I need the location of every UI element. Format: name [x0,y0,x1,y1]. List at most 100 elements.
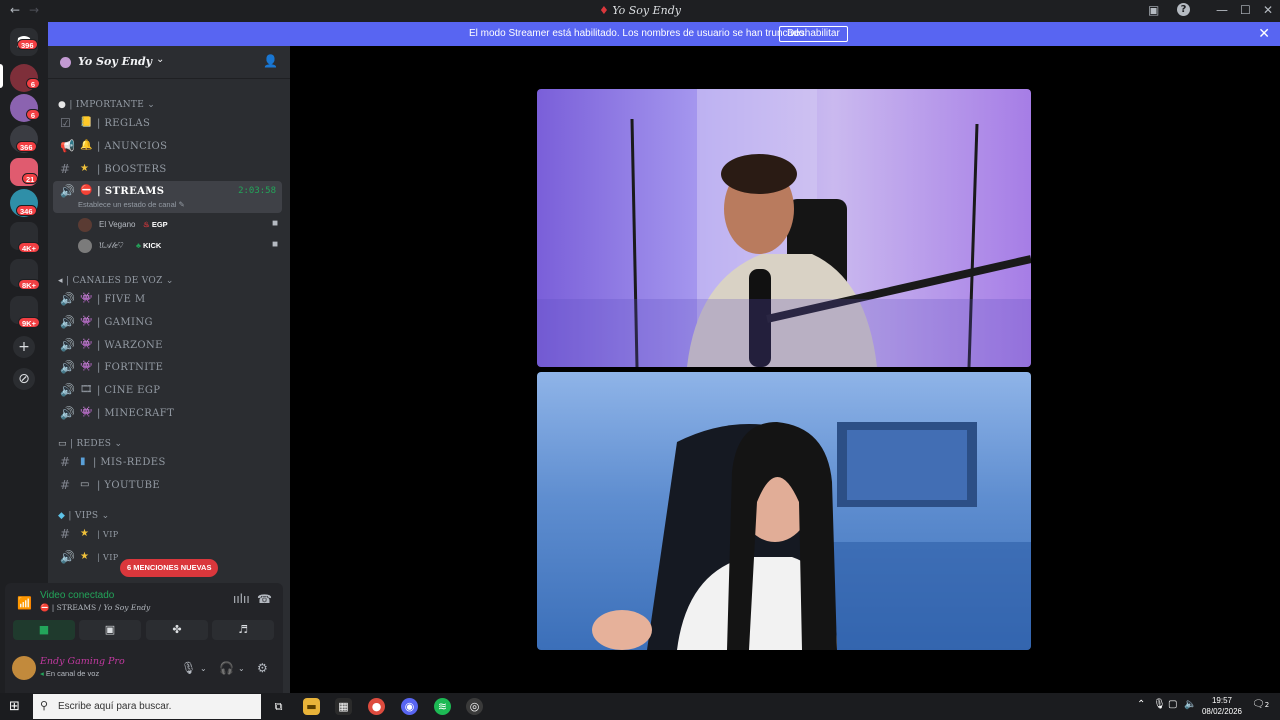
channel-label: | VIP [97,553,119,562]
server-badge: 346 [16,205,37,216]
channel-vip[interactable]: # ★ | VIP [53,524,282,545]
settings-gear-icon[interactable]: ⚙ [257,661,268,675]
obs-icon[interactable]: ◎ [466,698,483,715]
taskbar-search[interactable]: ⚲ Escribe aquí para buscar. [33,694,261,719]
task-view-icon[interactable]: ⧉ [270,698,287,715]
headphones-icon[interactable]: 🎧 [219,661,234,675]
inbox-icon[interactable]: ▣ [1148,3,1159,17]
server-badge: 366 [16,141,37,152]
close-icon[interactable]: ✕ [1258,25,1270,42]
chevron-down-icon[interactable]: ⌄ [238,664,245,673]
discord-app-icon[interactable]: ◉ [401,698,418,715]
chevron-up-icon[interactable]: ⌃ [1137,699,1145,710]
channel-label: | GAMING [97,317,153,328]
voice-user[interactable]: El Vegano ♨ EGP ■ [78,216,278,234]
streamer-mode-banner: El modo Streamer está habilitado. Los no… [48,22,1280,46]
channel-mis-redes[interactable]: # ▮ | MIS-REDES [53,452,282,473]
category-vips[interactable]: ◆ | VIPS ⌄ + [58,508,315,523]
channel-fortnite[interactable]: 🔊 👾 | FORTNITE [53,357,282,378]
activities-button[interactable]: ✤ [146,620,208,640]
soundboard-button[interactable]: ♬ [212,620,274,640]
voice-channel-icon: 🔊 [60,383,75,397]
explore-icon[interactable]: ⊘ [13,368,35,390]
voice-channel-link[interactable]: ⛔ | STREAMS / Yo Soy Endy [40,603,150,612]
microphone-tray-icon[interactable]: 🎙 [1153,699,1166,710]
channel-youtube[interactable]: # ▭ | YOUTUBE [53,475,282,496]
server-badge: 9K+ [18,317,40,328]
star-icon: ★ [80,528,89,539]
channel-cine-egp[interactable]: 🔊 🎞 | CINE EGP [53,380,282,401]
guild-header[interactable]: Yo Soy Endy ⌄ 👤 [48,46,290,79]
channel-label: | BOOSTERS [97,164,167,175]
channel-label: | MINECRAFT [97,408,175,419]
user-name[interactable]: Endy Gaming Pro [40,656,125,667]
voice-user-tag: ♣ KICK [136,241,162,250]
category-canales-de-voz[interactable]: ◂ | CANALES DE VOZ ⌄ + [58,273,315,288]
channel-label: | REGLAS [97,118,151,129]
server-badge: 8K+ [18,279,40,290]
hashtag-icon: # [60,478,71,492]
add-server-icon[interactable]: + [13,336,35,358]
film-icon: 🎞 [80,384,93,395]
channel-label: | MIS-REDES [93,457,166,468]
channel-five-m[interactable]: 🔊 👾 | FIVE M [53,289,282,310]
chrome-icon[interactable]: ● [368,698,385,715]
channel-streams[interactable]: 🔊 ⛔ | STREAMS 2:03:58 Establece un estad… [53,181,282,213]
channel-boosters[interactable]: # ★ | BOOSTERS [53,159,282,180]
chevron-down-icon: ⌄ [101,511,110,521]
channel-anuncios[interactable]: 📢 🔔 | ANUNCIOS [53,136,282,157]
voice-user-name: 𝔘𝒜𝓁𝑒♡ [99,241,124,250]
chevron-down-icon: ⌄ [156,54,165,65]
volume-icon[interactable]: 🔈 [1184,699,1196,710]
guild-name: Yo Soy Endy [78,55,153,68]
help-icon[interactable]: ? [1177,3,1190,16]
chevron-down-icon: ⌄ [114,439,123,449]
channel-minecraft[interactable]: 🔊 👾 | MINECRAFT [53,403,282,424]
channel-reglas[interactable]: ☑ 📒 | REGLAS [53,113,282,134]
disable-streamer-button[interactable]: Deshabilitar [779,26,848,42]
network-icon[interactable]: ▢ [1168,699,1177,710]
disconnect-icon[interactable]: ☎ [257,592,272,606]
video-tile[interactable] [537,372,1031,650]
notifications-icon[interactable]: 🗨2 [1252,699,1269,710]
voice-channel-icon: 🔊 [60,360,75,374]
screen-share-button[interactable]: ▣ [79,620,141,640]
spotify-icon[interactable]: ≋ [434,698,451,715]
connection-signal-icon[interactable]: 📶 [17,596,32,610]
star-icon: ★ [80,163,89,174]
channel-gaming[interactable]: 🔊 👾 | GAMING [53,312,282,333]
window-title: ♦ Yo Soy Endy [598,4,682,17]
maximize-button[interactable]: ☐ [1240,3,1251,17]
add-member-icon[interactable]: 👤 [263,54,278,68]
channel-label: | FORTNITE [97,362,164,373]
voice-channel-icon: 🔊 [60,550,75,564]
voice-user[interactable]: 𝔘𝒜𝓁𝑒♡ ♣ KICK ■ [78,237,278,255]
noise-suppression-icon[interactable]: ıılıı [233,592,250,606]
server-badge: 4K+ [18,242,40,253]
avatar[interactable] [12,656,36,680]
voice-channel-icon: 🔊 [60,406,75,420]
chevron-down-icon[interactable]: ⌄ [200,664,207,673]
new-mentions-pill[interactable]: 6 MENCIONES NUEVAS [120,559,219,577]
minimize-button[interactable]: — [1216,3,1228,17]
channel-label: | FIVE M [97,294,146,305]
channel-warzone[interactable]: 🔊 👾 | WARZONE [53,335,282,356]
channel-status[interactable]: Establece un estado de canal ✎ [78,200,185,209]
file-explorer-icon[interactable]: ▬ [303,698,320,715]
category-label: | REDES [69,439,112,449]
microphone-icon[interactable]: 🎙 [181,661,196,675]
channel-label: | ANUNCIOS [97,141,168,152]
camera-button[interactable]: ■ [13,620,75,640]
channel-label: | WARZONE [97,340,163,351]
category-label: | VIPS [68,511,99,521]
category-redes[interactable]: ▭ | REDES ⌄ + [58,436,315,451]
bell-icon: 🔔 [80,140,93,151]
alien-icon: 👾 [80,361,93,372]
video-tile[interactable] [537,89,1031,367]
clock[interactable]: 19:57 08/02/2026 [1200,695,1244,717]
store-icon[interactable]: ▦ [335,698,352,715]
close-button[interactable]: ✕ [1263,3,1273,17]
camera-icon: ■ [38,623,50,636]
category-importante[interactable]: ● | IMPORTANTE ⌄ + [58,97,315,112]
windows-start-icon[interactable]: ⊞ [9,699,20,714]
